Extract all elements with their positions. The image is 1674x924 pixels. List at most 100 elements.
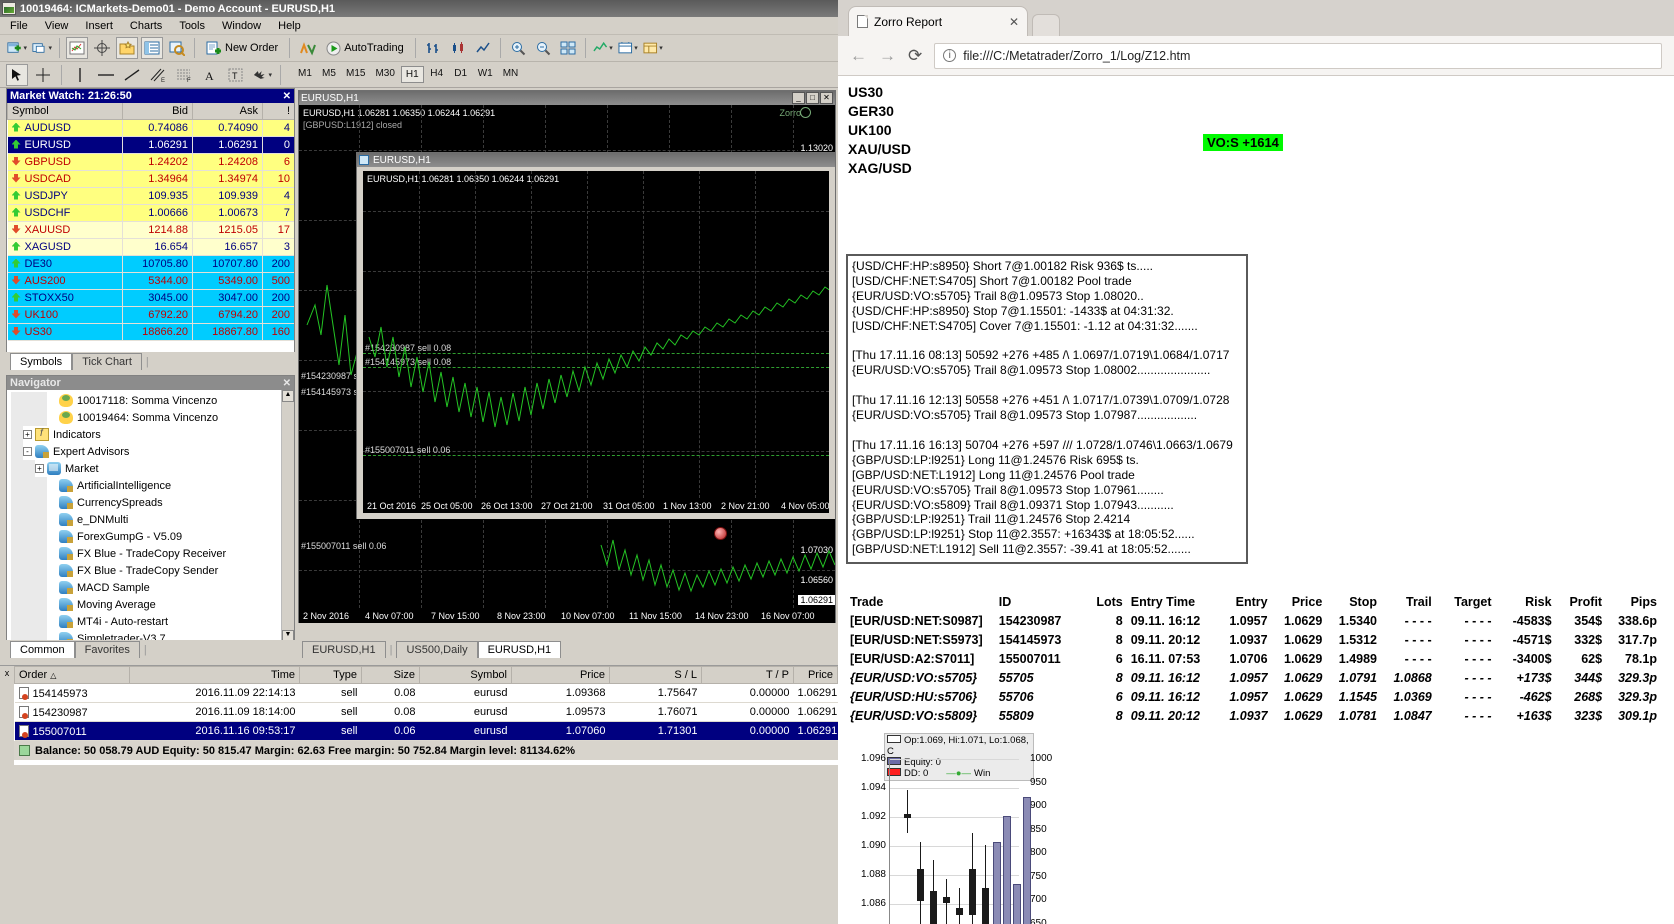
column-header-ask[interactable]: Ask xyxy=(192,103,263,120)
close-icon[interactable]: ✕ xyxy=(283,378,291,389)
profiles-button[interactable]: ▾ xyxy=(31,37,53,59)
navigator-item[interactable]: MACD Sample xyxy=(11,579,281,596)
scroll-up-icon[interactable]: ▲ xyxy=(282,390,294,402)
timeframe-mn[interactable]: MN xyxy=(499,66,523,83)
fibonacci-button[interactable]: F xyxy=(173,64,195,86)
close-icon[interactable]: ✕ xyxy=(283,91,291,102)
menu-item-charts[interactable]: Charts xyxy=(130,20,162,32)
chart-tab-eurusd-h1-2[interactable]: EURUSD,H1 xyxy=(477,641,562,658)
minimize-icon[interactable]: _ xyxy=(792,92,805,104)
new-order-button[interactable]: New Order xyxy=(201,37,283,59)
text-label-button[interactable]: T xyxy=(225,64,247,86)
tab-favorites[interactable]: Favorites xyxy=(74,641,140,658)
orders-col-price[interactable]: Price xyxy=(511,666,610,684)
navigator-item[interactable]: FX Blue - TradeCopy Sender xyxy=(11,562,281,579)
forward-icon[interactable]: → xyxy=(879,46,896,66)
terminal-button[interactable] xyxy=(141,37,163,59)
market-watch-row[interactable]: EURUSD 1.06291 1.06291 0 xyxy=(7,136,294,154)
autotrading-button[interactable]: AutoTrading xyxy=(321,37,409,59)
orders-col-tp[interactable]: T / P xyxy=(701,666,794,684)
cursor-tool-button[interactable] xyxy=(6,63,28,86)
tab-symbols[interactable]: Symbols xyxy=(10,353,73,370)
menu-item-view[interactable]: View xyxy=(45,20,69,32)
address-bar[interactable]: i file:///C:/Metatrader/Zorro_1/Log/Z12.… xyxy=(934,42,1662,69)
market-watch-row[interactable]: XAGUSD 16.654 16.657 3 xyxy=(7,238,294,256)
close-icon[interactable]: ✕ xyxy=(820,92,833,104)
orders-col-order[interactable]: Order △ xyxy=(14,666,130,684)
timeframe-m1[interactable]: M1 xyxy=(294,66,316,83)
tile-windows-button[interactable] xyxy=(557,37,579,59)
order-row[interactable]: 155007011 2016.11.16 09:53:17 sell 0.06 euru… xyxy=(14,721,838,741)
timeframe-w1[interactable]: W1 xyxy=(474,66,497,83)
column-header-symbol[interactable]: Symbol xyxy=(7,103,123,120)
navigator-item[interactable]: CurrencySpreads xyxy=(11,494,281,511)
line-chart-button[interactable] xyxy=(472,37,494,59)
market-watch-row[interactable]: XAUUSD 1214.88 1215.05 17 xyxy=(7,221,294,239)
market-watch-row[interactable]: AUS200 5344.00 5349.00 500 xyxy=(7,272,294,290)
chart-front-canvas[interactable]: EURUSD,H1 1.06281 1.06350 1.06244 1.0629… xyxy=(363,171,829,513)
timeframe-h1[interactable]: H1 xyxy=(400,66,424,83)
log-output-box[interactable]: {USD/CHF:HP:s8950} Short 7@1.00182 Risk … xyxy=(846,254,1248,564)
zoom-in-button[interactable] xyxy=(507,37,529,59)
text-tool-button[interactable]: A xyxy=(199,64,221,86)
market-watch-button[interactable] xyxy=(66,37,88,59)
navigator-item[interactable]: MT4i - Auto-restart xyxy=(11,613,281,630)
market-watch-row[interactable]: USDCHF 1.00666 1.00673 7 xyxy=(7,204,294,222)
arrows-button[interactable]: ▾ xyxy=(251,64,273,86)
terminal-close-strip[interactable]: x xyxy=(0,666,14,765)
chart-tab-eurusd-h1-1[interactable]: EURUSD,H1 xyxy=(302,641,386,658)
zoom-out-button[interactable] xyxy=(532,37,554,59)
crosshair-tool-button[interactable] xyxy=(32,64,54,86)
market-watch-grid[interactable]: Symbol Bid Ask ! AUDUSD 0.74086 0.74090 4 EU… xyxy=(7,103,294,354)
equidistant-channel-button[interactable]: E xyxy=(147,64,169,86)
navigator-item[interactable]: e_DNMulti xyxy=(11,511,281,528)
navigator-item[interactable]: - Expert Advisors xyxy=(11,443,281,460)
timeframe-m15[interactable]: M15 xyxy=(342,66,369,83)
menu-item-tools[interactable]: Tools xyxy=(179,20,205,32)
horizontal-line-button[interactable] xyxy=(95,64,117,86)
orders-col-size[interactable]: Size xyxy=(361,666,420,684)
indicators-button[interactable]: ▾ xyxy=(592,37,614,59)
order-row[interactable]: 154145973 2016.11.09 22:14:13 sell 0.08 euru… xyxy=(14,683,838,703)
close-tab-icon[interactable]: ✕ xyxy=(1009,15,1019,29)
orders-col-sl[interactable]: S / L xyxy=(609,666,702,684)
maximize-icon[interactable]: □ xyxy=(806,92,819,104)
column-header-spread[interactable]: ! xyxy=(262,103,294,120)
order-row[interactable]: 154230987 2016.11.09 18:14:00 sell 0.08 euru… xyxy=(14,702,838,722)
menu-item-file[interactable]: File xyxy=(10,20,28,32)
navigator-button[interactable] xyxy=(116,37,138,59)
metaeditor-button[interactable] xyxy=(296,37,318,59)
tab-common[interactable]: Common xyxy=(10,641,75,658)
timeframe-m5[interactable]: M5 xyxy=(318,66,340,83)
orders-col-symbol[interactable]: Symbol xyxy=(419,666,512,684)
navigator-item[interactable]: ArtificialIntelligence xyxy=(11,477,281,494)
column-header-bid[interactable]: Bid xyxy=(122,103,193,120)
timeframe-d1[interactable]: D1 xyxy=(450,66,472,83)
navigator-scrollbar[interactable]: ▲ ▼ xyxy=(281,390,294,642)
vertical-line-button[interactable] xyxy=(69,64,91,86)
market-watch-row[interactable]: AUDUSD 0.74086 0.74090 4 xyxy=(7,119,294,137)
reload-icon[interactable]: ⟳ xyxy=(908,46,922,66)
menu-item-insert[interactable]: Insert xyxy=(85,20,113,32)
tree-expander-icon[interactable]: + xyxy=(35,464,44,473)
navigator-item[interactable]: + Market xyxy=(11,460,281,477)
market-watch-row[interactable]: STOXX50 3045.00 3047.00 200 xyxy=(7,289,294,307)
orders-col-time[interactable]: Time xyxy=(129,666,300,684)
periodicity-button[interactable]: ▾ xyxy=(617,37,639,59)
navigator-tree[interactable]: 10017118: Somma Vincenzo 10019464: Somma … xyxy=(7,390,281,642)
new-tab-button[interactable] xyxy=(1032,14,1060,36)
browser-tab-zorro-report[interactable]: Zorro Report ✕ xyxy=(848,6,1028,36)
data-window-button[interactable] xyxy=(91,37,113,59)
market-watch-row[interactable]: USDCAD 1.34964 1.34974 10 xyxy=(7,170,294,188)
new-chart-button[interactable]: ▾ xyxy=(6,37,28,59)
menu-item-help[interactable]: Help xyxy=(278,20,301,32)
back-icon[interactable]: ← xyxy=(850,46,867,66)
navigator-item[interactable]: Moving Average xyxy=(11,596,281,613)
orders-col-type[interactable]: Type xyxy=(299,666,362,684)
timeframe-h4[interactable]: H4 xyxy=(426,66,448,83)
tree-expander-icon[interactable]: - xyxy=(23,447,32,456)
navigator-item[interactable]: ForexGumpG - V5.09 xyxy=(11,528,281,545)
chart-tab-us500-daily[interactable]: US500,Daily xyxy=(396,641,478,658)
menu-item-window[interactable]: Window xyxy=(222,20,261,32)
market-watch-row[interactable]: USDJPY 109.935 109.939 4 xyxy=(7,187,294,205)
